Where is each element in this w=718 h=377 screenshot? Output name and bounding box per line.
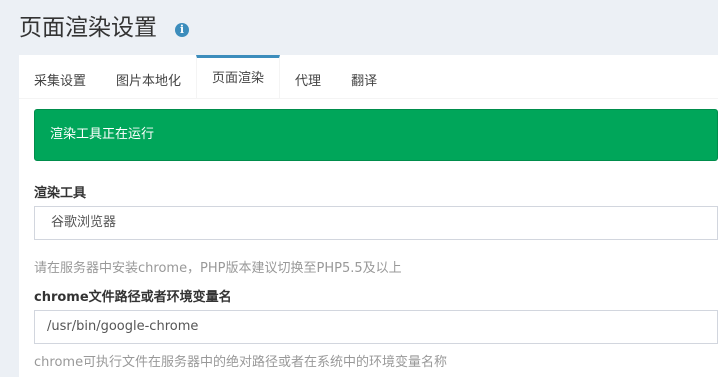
tab-translate[interactable]: 翻译 [336, 55, 392, 98]
chrome-path-label: chrome文件路径或者环境变量名 [34, 290, 232, 305]
tab-content: 渲染工具正在运行 渲染工具 谷歌浏览器 请在服务器中安装chrome，PHP版本… [34, 109, 718, 370]
chrome-path-input[interactable]: /usr/bin/google-chrome [34, 310, 718, 344]
renderer-select[interactable]: 谷歌浏览器 [34, 206, 718, 240]
chrome-path-help-text: chrome可执行文件在服务器中的绝对路径或者在系统中的环境变量名称 [34, 355, 448, 370]
tab-collect-settings[interactable]: 采集设置 [19, 55, 101, 98]
tab-bar: 采集设置 图片本地化 页面渲染 代理 翻译 [19, 55, 718, 99]
info-circle-icon[interactable]: i [175, 23, 189, 37]
status-alert: 渲染工具正在运行 [34, 109, 718, 161]
page-header: 页面渲染设置 i [0, 0, 718, 55]
renderer-label: 渲染工具 [34, 186, 87, 201]
renderer-help-text: 请在服务器中安装chrome，PHP版本建议切换至PHP5.5及以上 [34, 261, 402, 276]
tab-proxy[interactable]: 代理 [280, 55, 336, 98]
page-title: 页面渲染设置 [19, 15, 157, 41]
settings-panel: 采集设置 图片本地化 页面渲染 代理 翻译 渲染工具正在运行 渲染工具 谷歌浏览… [19, 55, 718, 377]
tab-page-rendering[interactable]: 页面渲染 [196, 55, 281, 98]
tab-image-localization[interactable]: 图片本地化 [101, 55, 196, 98]
